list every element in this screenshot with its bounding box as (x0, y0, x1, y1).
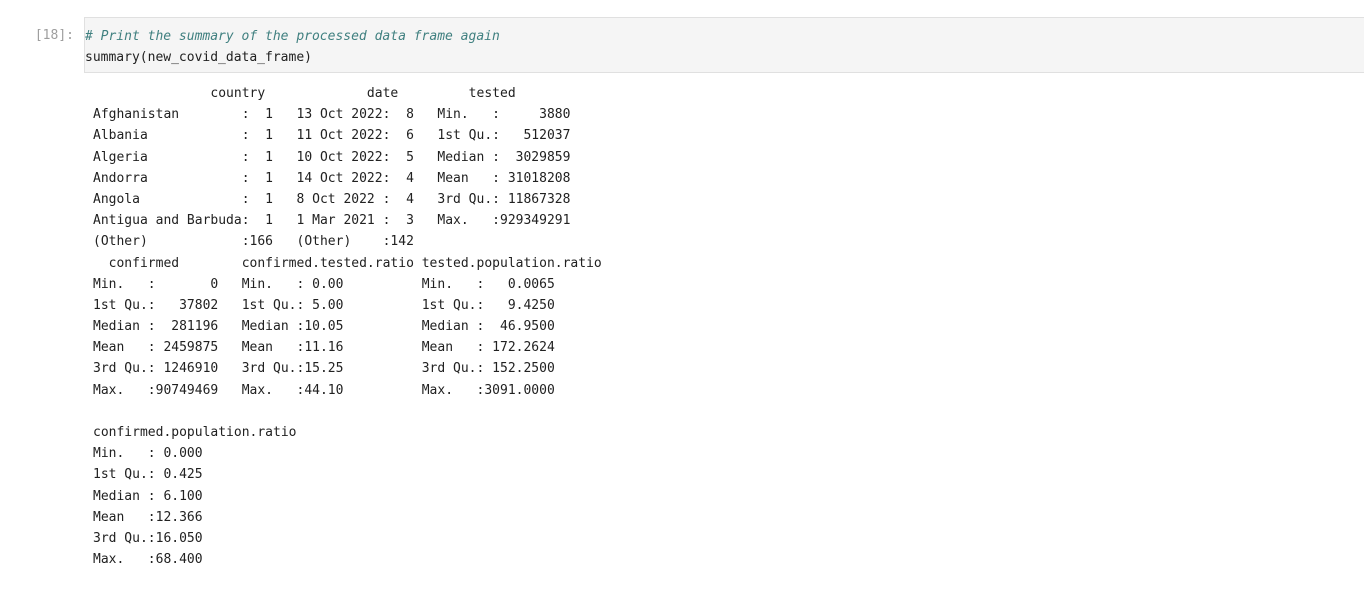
cell-output: country date tested Afghanistan : 1 13 O… (93, 83, 602, 570)
output-line: Max. :68.400 (93, 552, 297, 568)
execution-count-prompt: [18]: (34, 28, 74, 43)
output-line: 3rd Qu.: 1246910 3rd Qu.:15.25 3rd Qu.: … (93, 361, 602, 377)
output-line: Min. : 0 Min. : 0.00 Min. : 0.0065 (93, 276, 602, 292)
output-line: Albania : 1 11 Oct 2022: 6 1st Qu.: 5120… (93, 128, 587, 144)
output-line: Angola : 1 8 Oct 2022 : 4 3rd Qu.: 11867… (93, 191, 587, 207)
output-line: 3rd Qu.:16.050 (93, 530, 297, 546)
output-line: (Other) :166 (Other) :142 (93, 234, 587, 250)
output-line: country date tested (93, 86, 571, 101)
output-line: Mean :12.366 (93, 509, 297, 525)
output-line: confirmed confirmed.tested.ratio tested.… (93, 255, 602, 271)
output-line: Max. :90749469 Max. :44.10 Max. :3091.00… (93, 382, 602, 398)
output-line: Mean : 2459875 Mean :11.16 Mean : 172.26… (93, 340, 602, 356)
notebook-cell[interactable]: [18]: # Print the summary of the process… (0, 0, 1364, 601)
output-line: 1st Qu.: 0.425 (93, 467, 297, 483)
output-line: Median : 6.100 (93, 488, 297, 504)
output-line: 1st Qu.: 37802 1st Qu.: 5.00 1st Qu.: 9.… (93, 297, 602, 313)
code-comment: # Print the summary of the processed dat… (85, 29, 500, 44)
output-line: Algeria : 1 10 Oct 2022: 5 Median : 3029… (93, 149, 587, 165)
output-line: confirmed.population.ratio (93, 425, 297, 440)
code-summary-call: summary(new_covid_data_frame) (85, 50, 312, 65)
output-line: Median : 281196 Median :10.05 Median : 4… (93, 319, 602, 335)
output-line: Andorra : 1 14 Oct 2022: 4 Mean : 310182… (93, 170, 587, 186)
output-line: Min. : 0.000 (93, 446, 297, 462)
output-line: Antigua and Barbuda: 1 1 Mar 2021 : 3 Ma… (93, 213, 587, 229)
output-line: Afghanistan : 1 13 Oct 2022: 8 Min. : 38… (93, 107, 587, 123)
code-input-area[interactable]: # Print the summary of the processed dat… (84, 17, 1364, 73)
